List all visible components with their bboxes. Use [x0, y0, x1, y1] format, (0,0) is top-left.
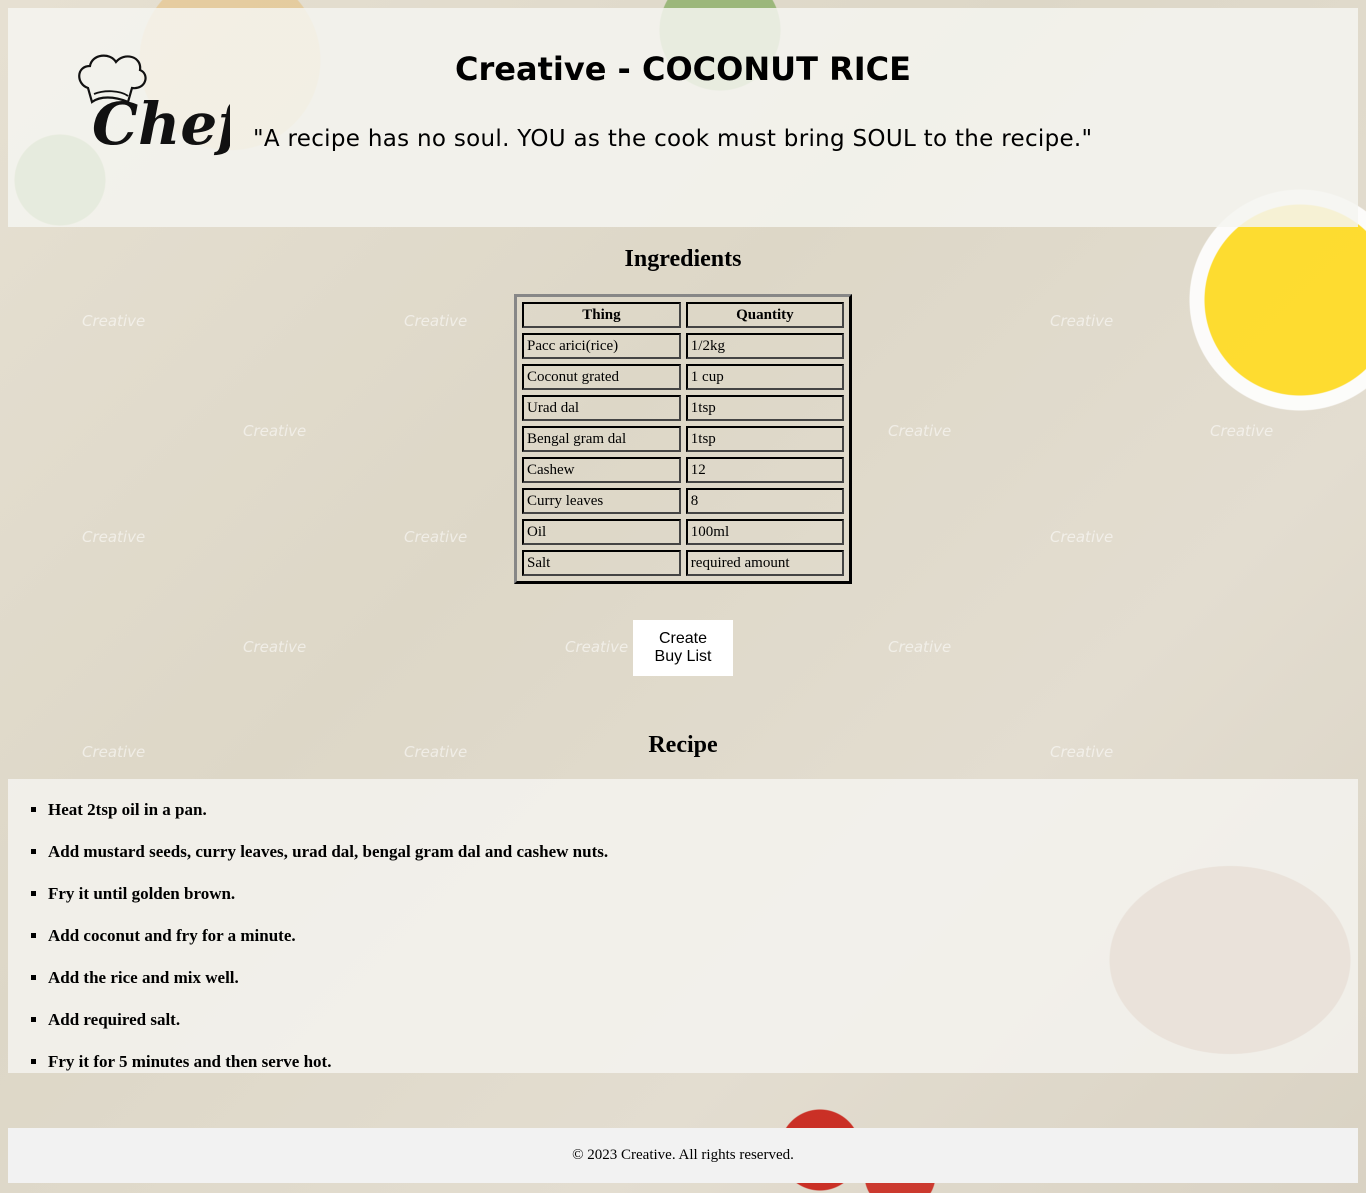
ingredients-heading: Ingredients	[624, 246, 742, 272]
ingredient-name: Salt	[522, 550, 681, 576]
ingredient-quantity: 12	[685, 457, 844, 483]
watermark-text: Creative	[404, 528, 468, 546]
logo-text: Chef	[92, 90, 230, 158]
watermark-text: Creative	[82, 528, 146, 546]
watermark-text: Creative	[1050, 312, 1114, 330]
ingredient-name: Coconut grated	[522, 364, 681, 390]
ingredient-name: Curry leaves	[522, 488, 681, 514]
watermark-text: Creative	[82, 312, 146, 330]
ingredients-table: Thing Quantity Pacc arici(rice) 1/2kg Co…	[514, 294, 852, 584]
ingredient-quantity: 1tsp	[685, 395, 844, 421]
watermark-text: Creative	[1210, 422, 1274, 440]
page-header: Chef Creative - COCONUT RICE "A recipe h…	[8, 8, 1358, 227]
ingredient-name: Oil	[522, 519, 681, 545]
table-row: Coconut grated 1 cup	[522, 364, 844, 390]
watermark-text: Creative	[1050, 528, 1114, 546]
ingredient-quantity: required amount	[685, 550, 844, 576]
watermark-text: Creative	[404, 312, 468, 330]
table-row: Urad dal 1tsp	[522, 395, 844, 421]
ingredient-name: Pacc arici(rice)	[522, 333, 681, 359]
table-header-row: Thing Quantity	[522, 302, 844, 328]
table-row: Salt required amount	[522, 550, 844, 576]
footer-copyright: © 2023 Creative. All rights reserved.	[572, 1147, 794, 1163]
table-row: Curry leaves 8	[522, 488, 844, 514]
recipe-step: Add mustard seeds, curry leaves, urad da…	[48, 841, 608, 883]
create-buy-list-button[interactable]: Create Buy List	[633, 620, 733, 676]
table-row: Pacc arici(rice) 1/2kg	[522, 333, 844, 359]
watermark-text: Creative	[243, 638, 307, 656]
recipe-step: Fry it until golden brown.	[48, 883, 608, 925]
watermark-text: Creative	[565, 638, 629, 656]
button-label-line2: Buy List	[654, 648, 712, 665]
recipe-step: Add required salt.	[48, 1009, 608, 1051]
table-row: Oil 100ml	[522, 519, 844, 545]
watermark-text: Creative	[243, 422, 307, 440]
ingredient-name: Cashew	[522, 457, 681, 483]
ingredient-quantity: 8	[685, 488, 844, 514]
recipe-panel: Heat 2tsp oil in a pan. Add mustard seed…	[8, 779, 1358, 1073]
table-row: Cashew 12	[522, 457, 844, 483]
ingredient-quantity: 1tsp	[685, 426, 844, 452]
watermark-text: Creative	[888, 638, 952, 656]
ingredient-name: Urad dal	[522, 395, 681, 421]
recipe-step: Heat 2tsp oil in a pan.	[48, 799, 608, 841]
button-label-line1: Create	[658, 630, 708, 647]
recipe-step: Add the rice and mix well.	[48, 967, 608, 1009]
ingredient-quantity: 1/2kg	[685, 333, 844, 359]
column-header-quantity: Quantity	[685, 302, 844, 328]
ingredient-quantity: 100ml	[685, 519, 844, 545]
column-header-thing: Thing	[522, 302, 681, 328]
ingredient-quantity: 1 cup	[685, 364, 844, 390]
watermark-text: Creative	[888, 422, 952, 440]
recipe-step: Fry it for 5 minutes and then serve hot.	[48, 1051, 608, 1093]
page-footer: © 2023 Creative. All rights reserved.	[8, 1128, 1358, 1183]
page-title: Creative - COCONUT RICE	[455, 50, 911, 88]
recipe-step: Add coconut and fry for a minute.	[48, 925, 608, 967]
ingredient-name: Bengal gram dal	[522, 426, 681, 452]
table-row: Bengal gram dal 1tsp	[522, 426, 844, 452]
recipe-steps-list: Heat 2tsp oil in a pan. Add mustard seed…	[8, 799, 608, 1093]
header-quote: "A recipe has no soul. YOU as the cook m…	[253, 126, 1093, 152]
recipe-heading: Recipe	[648, 732, 718, 758]
